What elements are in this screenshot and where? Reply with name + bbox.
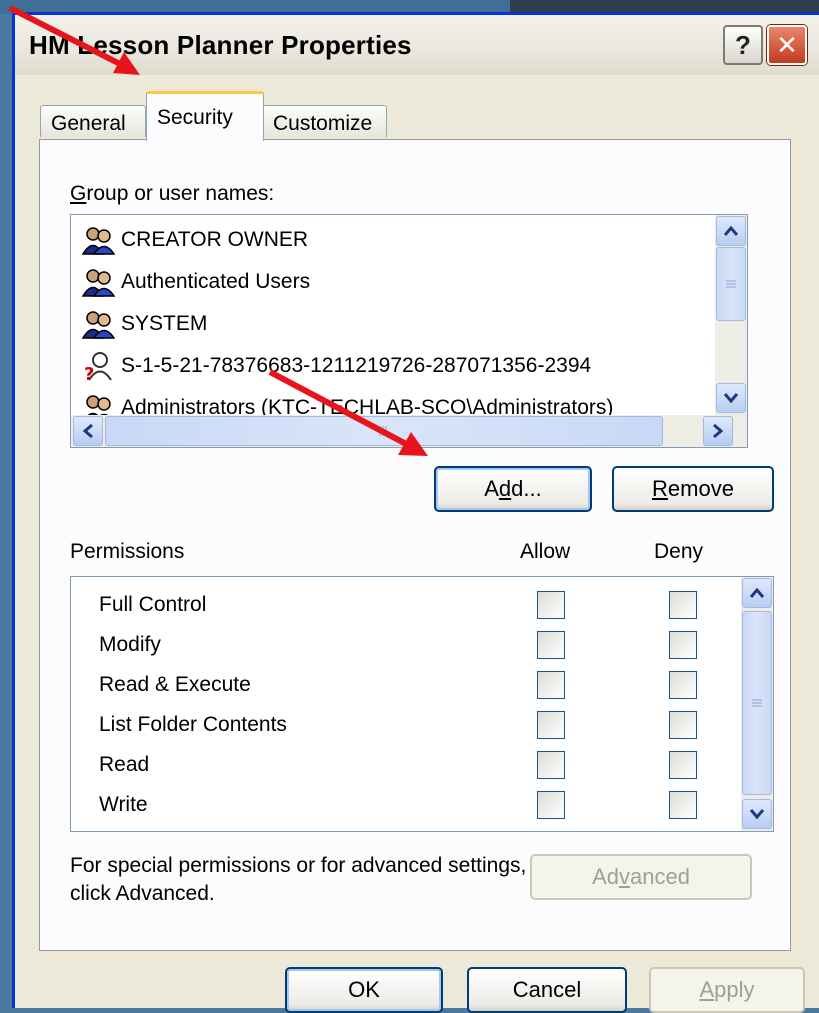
allow-checkbox[interactable] <box>537 671 565 699</box>
svg-text:?: ? <box>84 364 94 381</box>
user-list-vscrollbar[interactable] <box>715 215 747 415</box>
advanced-note: For special permissions or for advanced … <box>70 854 527 905</box>
user-list-item[interactable]: CREATOR OWNER <box>81 221 308 259</box>
dialog-title: HM Lesson Planner Properties <box>29 30 412 60</box>
deny-checkbox[interactable] <box>669 671 697 699</box>
permission-row: Full Control <box>99 585 206 625</box>
add-button[interactable]: Ad d... <box>434 466 592 512</box>
user-name: CREATOR OWNER <box>121 228 309 251</box>
allow-checkbox[interactable] <box>537 751 565 779</box>
permission-label: Read & Execute <box>99 673 251 696</box>
permission-label: Read <box>99 753 150 776</box>
tab-security[interactable]: Security <box>146 91 264 141</box>
permission-label: List Folder Contents <box>99 713 287 736</box>
perm-scroll-thumb[interactable] <box>742 611 772 795</box>
chevron-up-icon <box>724 226 738 236</box>
permission-row: Read & Execute <box>99 665 251 705</box>
grip-icon <box>379 426 387 436</box>
h-scroll-thumb[interactable] <box>105 416 663 446</box>
chevron-down-icon <box>724 393 738 403</box>
user-name: SYSTEM <box>121 312 208 335</box>
allow-checkbox[interactable] <box>537 591 565 619</box>
grip-icon <box>752 699 762 707</box>
chevron-down-icon <box>750 809 764 819</box>
remove-button[interactable]: Remove <box>612 466 774 512</box>
user-name: Authenticated Users <box>121 270 311 293</box>
advanced-button[interactable]: Ad v anced <box>530 854 752 900</box>
security-panel: Group or user names: CREATOR OWNER Authen… <box>39 139 791 951</box>
unknown-user-icon: ? <box>84 352 112 381</box>
scroll-left-button[interactable] <box>73 416 103 446</box>
permission-row: Write <box>99 785 148 825</box>
user-list-item[interactable]: Authenticated Users <box>81 263 310 301</box>
cancel-button[interactable]: Cancel <box>467 967 627 1013</box>
group-names-label: Group or user names: <box>70 182 275 205</box>
group-icon <box>81 227 115 255</box>
user-list-hscrollbar[interactable] <box>71 415 747 447</box>
deny-checkbox[interactable] <box>669 591 697 619</box>
scroll-right-button[interactable] <box>703 416 733 446</box>
scroll-thumb[interactable] <box>716 247 746 321</box>
allow-column-label: Allow <box>520 540 571 563</box>
help-icon: ? <box>735 29 751 60</box>
deny-checkbox[interactable] <box>669 631 697 659</box>
permission-label: Modify <box>99 633 161 656</box>
user-list[interactable]: CREATOR OWNER Authenticated Users SYSTEM? S… <box>70 214 748 448</box>
chevron-right-icon <box>713 424 723 438</box>
permission-label: Full Control <box>99 593 207 616</box>
permissions-label: Permissions <box>70 540 185 563</box>
deny-checkbox[interactable] <box>669 711 697 739</box>
group-icon <box>81 269 115 297</box>
tab-general[interactable]: General <box>40 105 146 137</box>
permission-label: Write <box>99 793 148 816</box>
permissions-list[interactable]: Full Control Modify Read & Execute List Fol… <box>70 576 774 832</box>
deny-checkbox[interactable] <box>669 751 697 779</box>
permission-row: List Folder Contents <box>99 705 287 745</box>
grip-icon <box>726 280 736 288</box>
user-name: S-1-5-21-78376683-1211219726-287071356-2… <box>121 354 592 377</box>
perm-scroll-down-button[interactable] <box>742 799 772 829</box>
permission-row: Read <box>99 745 149 785</box>
properties-dialog: HM Lesson Planner Properties ? ✕ General… <box>12 12 819 1013</box>
deny-column-label: Deny <box>654 540 704 563</box>
apply-button[interactable]: Apply <box>649 967 805 1013</box>
scroll-down-button[interactable] <box>716 383 746 413</box>
help-button[interactable]: ? <box>723 25 763 65</box>
perm-scroll-up-button[interactable] <box>742 578 772 608</box>
allow-checkbox[interactable] <box>537 791 565 819</box>
chevron-up-icon <box>750 588 764 598</box>
title-bar[interactable]: HM Lesson Planner Properties ? ✕ <box>15 15 819 75</box>
close-icon: ✕ <box>776 29 798 60</box>
permission-row: Modify <box>99 625 161 665</box>
ok-button[interactable]: OK <box>285 967 443 1013</box>
chevron-left-icon <box>83 424 93 438</box>
group-icon <box>81 311 115 339</box>
permissions-vscrollbar[interactable] <box>741 577 773 831</box>
close-button[interactable]: ✕ <box>767 25 807 65</box>
allow-checkbox[interactable] <box>537 631 565 659</box>
deny-checkbox[interactable] <box>669 791 697 819</box>
allow-checkbox[interactable] <box>537 711 565 739</box>
user-list-item[interactable]: SYSTEM <box>81 305 207 343</box>
scroll-up-button[interactable] <box>716 216 746 246</box>
tab-customize[interactable]: Customize <box>262 105 387 137</box>
user-list-item[interactable]: ? S-1-5-21-78376683-1211219726-287071356-… <box>81 347 591 385</box>
